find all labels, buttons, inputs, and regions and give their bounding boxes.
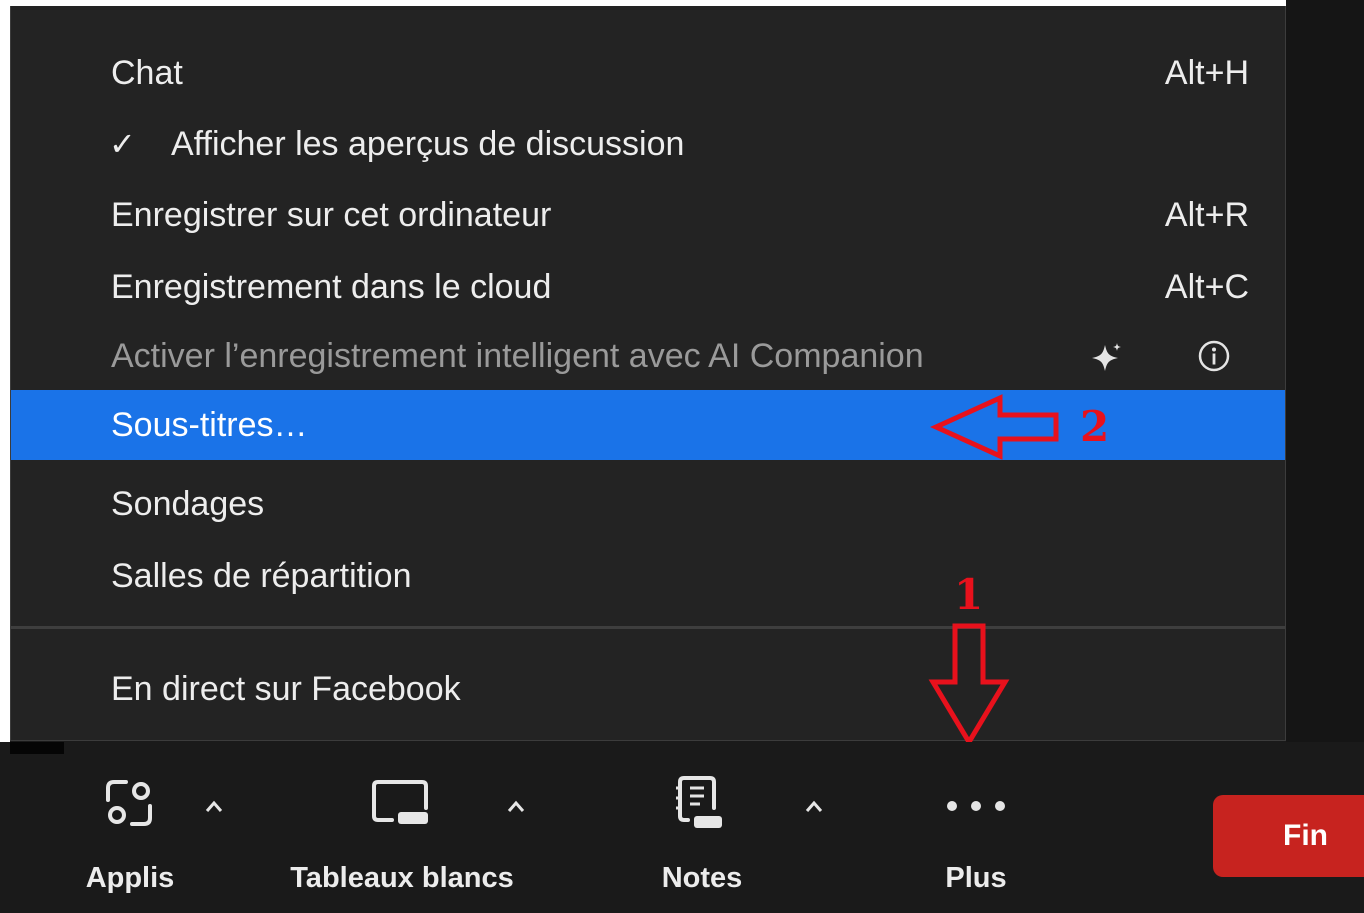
menu-item-label: Chat	[111, 54, 183, 92]
menu-item-label: Salles de répartition	[111, 557, 412, 595]
menu-item-shortcut: Alt+C	[1164, 268, 1249, 306]
menu-item-shortcut: Alt+R	[1164, 196, 1249, 234]
menu-item-record-cloud[interactable]: Enregistrement dans le cloud Alt+C	[11, 252, 1285, 322]
annotation-number-2: 2	[1080, 402, 1110, 451]
menu-separator	[11, 626, 1285, 629]
toolbar-label: Plus	[945, 862, 1007, 894]
background-left-strip	[0, 6, 10, 742]
menu-item-label: Enregistrer sur cet ordinateur	[111, 196, 552, 234]
menu-item-smart-recording: Activer l’enregistrement intelligent ave…	[11, 321, 1285, 391]
menu-item-chat[interactable]: Chat Alt+H	[11, 38, 1285, 108]
menu-item-label: En direct sur Facebook	[111, 670, 461, 708]
menu-item-label: Sous-titres…	[111, 406, 308, 444]
toolbar-notes-button[interactable]: Notes	[632, 742, 772, 913]
info-icon[interactable]	[1197, 339, 1231, 373]
toolbar-label: Notes	[661, 862, 743, 894]
sparkle-icon	[1092, 343, 1121, 371]
apps-caret-icon[interactable]	[204, 798, 224, 816]
menu-item-polls[interactable]: Sondages	[11, 469, 1285, 539]
checkmark-icon: ✓	[109, 126, 136, 162]
toolbar-label: Tableaux blancs	[290, 862, 514, 894]
toolbar-whiteboards-button[interactable]: Tableaux blancs	[262, 742, 542, 913]
toolbar-label: Applis	[85, 862, 175, 894]
toolbar-more-button[interactable]: Plus	[906, 742, 1046, 913]
annotation-number-1: 1	[954, 570, 984, 619]
menu-item-breakout-rooms[interactable]: Salles de répartition	[11, 541, 1285, 611]
end-meeting-button[interactable]: Fin	[1213, 795, 1364, 877]
more-menu: Chat Alt+H ✓ Afficher les aperçus de dis…	[10, 6, 1286, 741]
menu-item-shortcut: Alt+H	[1164, 54, 1249, 92]
notes-caret-icon[interactable]	[804, 798, 824, 816]
more-icon	[947, 801, 1005, 811]
menu-item-label: Sondages	[111, 485, 265, 523]
toolbar-apps-button[interactable]: Applis	[60, 742, 200, 913]
apps-icon	[106, 780, 152, 826]
notes-icon	[676, 776, 722, 828]
menu-item-label: Enregistrement dans le cloud	[111, 268, 552, 306]
toolbar-shadow	[10, 742, 64, 754]
annotation-arrow-down	[928, 623, 1010, 747]
menu-item-facebook-live[interactable]: En direct sur Facebook	[11, 654, 1285, 724]
menu-item-label: Afficher les aperçus de discussion	[171, 125, 685, 163]
menu-item-label: Activer l’enregistrement intelligent ave…	[111, 337, 924, 375]
annotation-arrow-left	[930, 394, 1059, 460]
whiteboards-caret-icon[interactable]	[506, 798, 526, 816]
menu-item-show-chat-previews[interactable]: ✓ Afficher les aperçus de discussion	[11, 109, 1285, 179]
menu-item-record-local[interactable]: Enregistrer sur cet ordinateur Alt+R	[11, 180, 1285, 250]
whiteboard-icon	[372, 780, 428, 824]
